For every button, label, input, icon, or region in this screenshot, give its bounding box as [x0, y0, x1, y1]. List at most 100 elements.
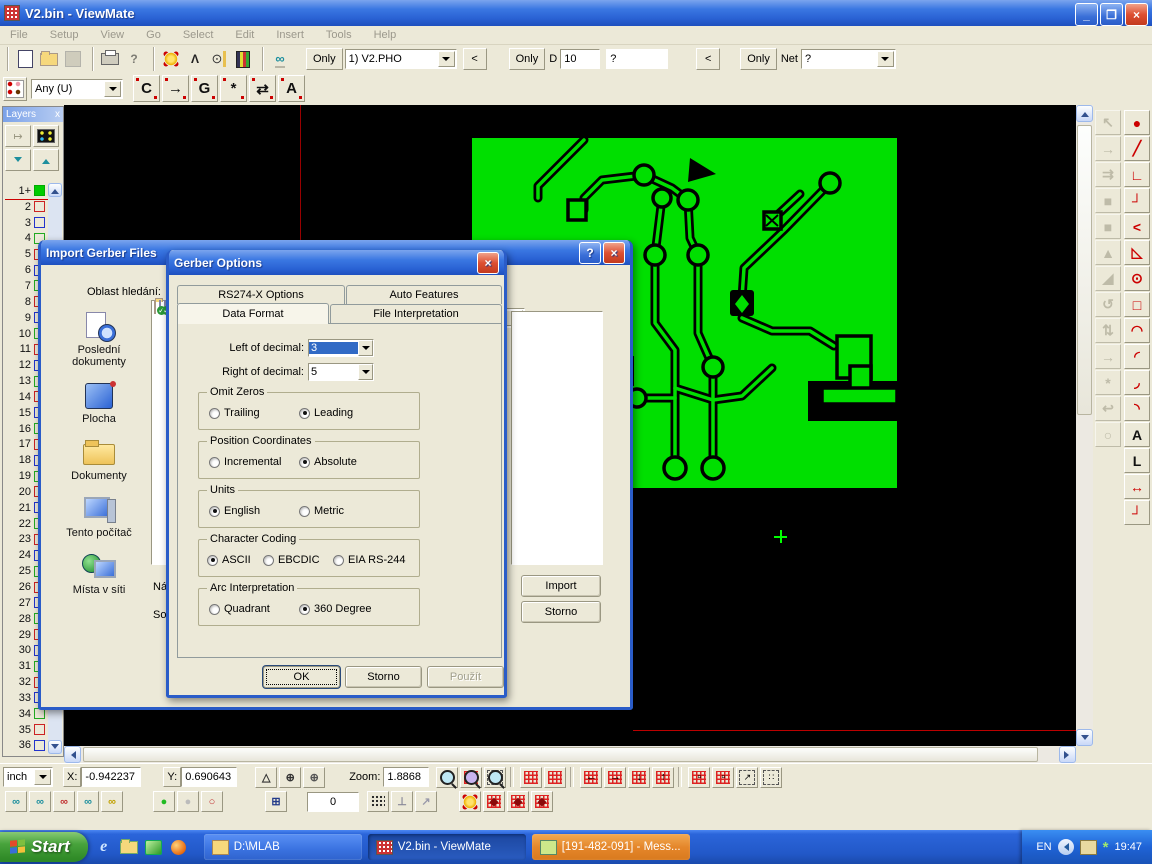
- place-computer[interactable]: Tento počítač: [51, 495, 147, 539]
- layer-combo[interactable]: 1) V2.PHO: [345, 49, 457, 69]
- layer-row[interactable]: 3: [5, 215, 48, 231]
- import-cancel-button[interactable]: Storno: [521, 601, 601, 623]
- locate-target-icon[interactable]: ⊕: [303, 767, 325, 788]
- only-net-button[interactable]: Only: [740, 48, 777, 70]
- zoom-tool-icon[interactable]: [436, 767, 458, 788]
- radio-360-degree[interactable]: 360 Degree: [299, 603, 372, 615]
- menu-view[interactable]: View: [100, 29, 124, 41]
- task-button[interactable]: D:\MLAB: [204, 834, 362, 860]
- layers-scroll-down-icon[interactable]: [48, 740, 62, 754]
- tab-auto-features[interactable]: Auto Features: [346, 285, 502, 304]
- zoom-grid-icon[interactable]: [460, 767, 482, 788]
- draw-text-icon[interactable]: A: [1124, 422, 1150, 447]
- import-help-icon[interactable]: ?: [579, 242, 601, 264]
- radio-eia-rs244[interactable]: EIA RS-244: [333, 554, 405, 566]
- select-flash-icon[interactable]: *: [220, 75, 247, 102]
- draw-angle-icon[interactable]: <: [1124, 214, 1150, 239]
- flash-highlight-icon[interactable]: [159, 47, 183, 71]
- checked-file-icon[interactable]: [159, 300, 161, 314]
- prev-net-button[interactable]: <: [696, 48, 720, 70]
- tray-notes-icon[interactable]: [1080, 840, 1097, 855]
- measure-tool-icon[interactable]: Λ: [183, 47, 207, 71]
- layer-up-icon[interactable]: [33, 149, 59, 171]
- select-group-icon[interactable]: G: [191, 75, 218, 102]
- radio-leading[interactable]: Leading: [299, 407, 353, 419]
- gerber-dialog-titlebar[interactable]: Gerber Options ×: [169, 250, 504, 275]
- task-button[interactable]: V2.bin - ViewMate: [368, 834, 526, 860]
- gerber-close-icon[interactable]: ×: [477, 252, 499, 274]
- draw-pad-icon[interactable]: ●: [1124, 110, 1150, 135]
- radio-quadrant[interactable]: Quadrant: [209, 603, 270, 615]
- place-network[interactable]: Místa v síti: [51, 552, 147, 596]
- import-button[interactable]: Import: [521, 575, 601, 597]
- only-dcode-button[interactable]: Only: [509, 48, 546, 70]
- dcode-display-icon[interactable]: ⊙: [207, 47, 231, 71]
- vector-move-icon[interactable]: ↗: [415, 791, 437, 812]
- left-of-decimal-arrow-icon[interactable]: [358, 340, 373, 356]
- view-traces-icon[interactable]: ∞: [29, 791, 51, 812]
- draw-arc-icon[interactable]: ◠: [1124, 318, 1150, 343]
- view-polygons-icon[interactable]: ∞: [53, 791, 75, 812]
- tray-icq-icon[interactable]: *: [1103, 839, 1109, 856]
- grid-step-field[interactable]: 0: [307, 792, 359, 812]
- place-folder[interactable]: Dokumenty: [51, 438, 147, 482]
- only-layer-button[interactable]: Only: [306, 48, 343, 70]
- layer-combo-arrow-icon[interactable]: [438, 51, 455, 67]
- menu-go[interactable]: Go: [146, 29, 161, 41]
- any-type-combo[interactable]: Any (U): [31, 79, 123, 99]
- select-points-icon[interactable]: ∷: [760, 767, 782, 788]
- pad-mode-icon[interactable]: ◆: [483, 791, 505, 812]
- layer-swatch[interactable]: [34, 724, 45, 735]
- language-indicator[interactable]: EN: [1036, 841, 1051, 853]
- window-zoom-icon[interactable]: ▫: [688, 767, 710, 788]
- window-pan-icon[interactable]: ▫: [712, 767, 734, 788]
- tab-rs274x-options[interactable]: RS274-X Options: [177, 285, 345, 304]
- open-file-icon[interactable]: [37, 47, 61, 71]
- vertical-scrollbar[interactable]: [1076, 105, 1093, 746]
- draw-arc2-icon[interactable]: ◞: [1124, 370, 1150, 395]
- draw-rectangle-icon[interactable]: □: [1124, 292, 1150, 317]
- select-trace-icon[interactable]: ⇄: [249, 75, 276, 102]
- right-of-decimal-arrow-icon[interactable]: [358, 364, 373, 380]
- layer-row[interactable]: 36: [5, 738, 48, 754]
- layer-row[interactable]: 35: [5, 722, 48, 738]
- radio-english[interactable]: English: [209, 505, 260, 517]
- pad-rotate-icon[interactable]: ◆: [507, 791, 529, 812]
- place-docclock[interactable]: Poslední dokumenty: [51, 312, 147, 368]
- pad-frame-icon[interactable]: ◆: [531, 791, 553, 812]
- net-combo-arrow-icon[interactable]: [877, 51, 894, 67]
- hscroll-thumb[interactable]: [83, 747, 1038, 762]
- menu-file[interactable]: File: [10, 29, 28, 41]
- layer-table-icon[interactable]: [33, 125, 59, 147]
- layer-swatch[interactable]: [34, 201, 45, 212]
- folder-quicklaunch-icon[interactable]: [120, 838, 138, 856]
- view-pads-icon[interactable]: ∞: [5, 791, 27, 812]
- inspect-glasses-icon[interactable]: ∞: [268, 47, 292, 71]
- prev-layer-button[interactable]: <: [463, 48, 487, 70]
- draw-polyline-icon[interactable]: ∟: [1124, 162, 1150, 187]
- tray-collapse-icon[interactable]: [1058, 839, 1074, 855]
- menu-tools[interactable]: Tools: [326, 29, 352, 41]
- pan-left-icon[interactable]: ←: [580, 767, 602, 788]
- lamp-on-icon[interactable]: ●: [153, 791, 175, 812]
- restore-button[interactable]: ❐: [1100, 3, 1123, 26]
- book-quicklaunch-icon[interactable]: [145, 838, 163, 856]
- layers-scroll-up-icon[interactable]: [48, 183, 62, 197]
- draw-sketch-icon[interactable]: ◝: [1124, 396, 1150, 421]
- draw-circle-icon[interactable]: ⊙: [1124, 266, 1150, 291]
- select-text-icon[interactable]: A: [278, 75, 305, 102]
- lamp-off-icon[interactable]: ●: [177, 791, 199, 812]
- scroll-up-icon[interactable]: [1076, 105, 1093, 122]
- unit-combo[interactable]: inch: [3, 767, 53, 787]
- view-highlight-icon[interactable]: ∞: [101, 791, 123, 812]
- flash-mode-icon[interactable]: [459, 791, 481, 812]
- draw-corner-icon[interactable]: ┘: [1124, 188, 1150, 213]
- ok-button[interactable]: OK: [263, 666, 340, 688]
- folder-item-icon[interactable]: [154, 300, 156, 314]
- menu-select[interactable]: Select: [183, 29, 214, 41]
- unit-combo-arrow-icon[interactable]: [34, 769, 51, 785]
- radio-incremental[interactable]: Incremental: [209, 456, 281, 468]
- draw-line-icon[interactable]: ╱: [1124, 136, 1150, 161]
- task-button[interactable]: [191-482-091] - Mess...: [532, 834, 690, 860]
- draw-curve-icon[interactable]: ◜: [1124, 344, 1150, 369]
